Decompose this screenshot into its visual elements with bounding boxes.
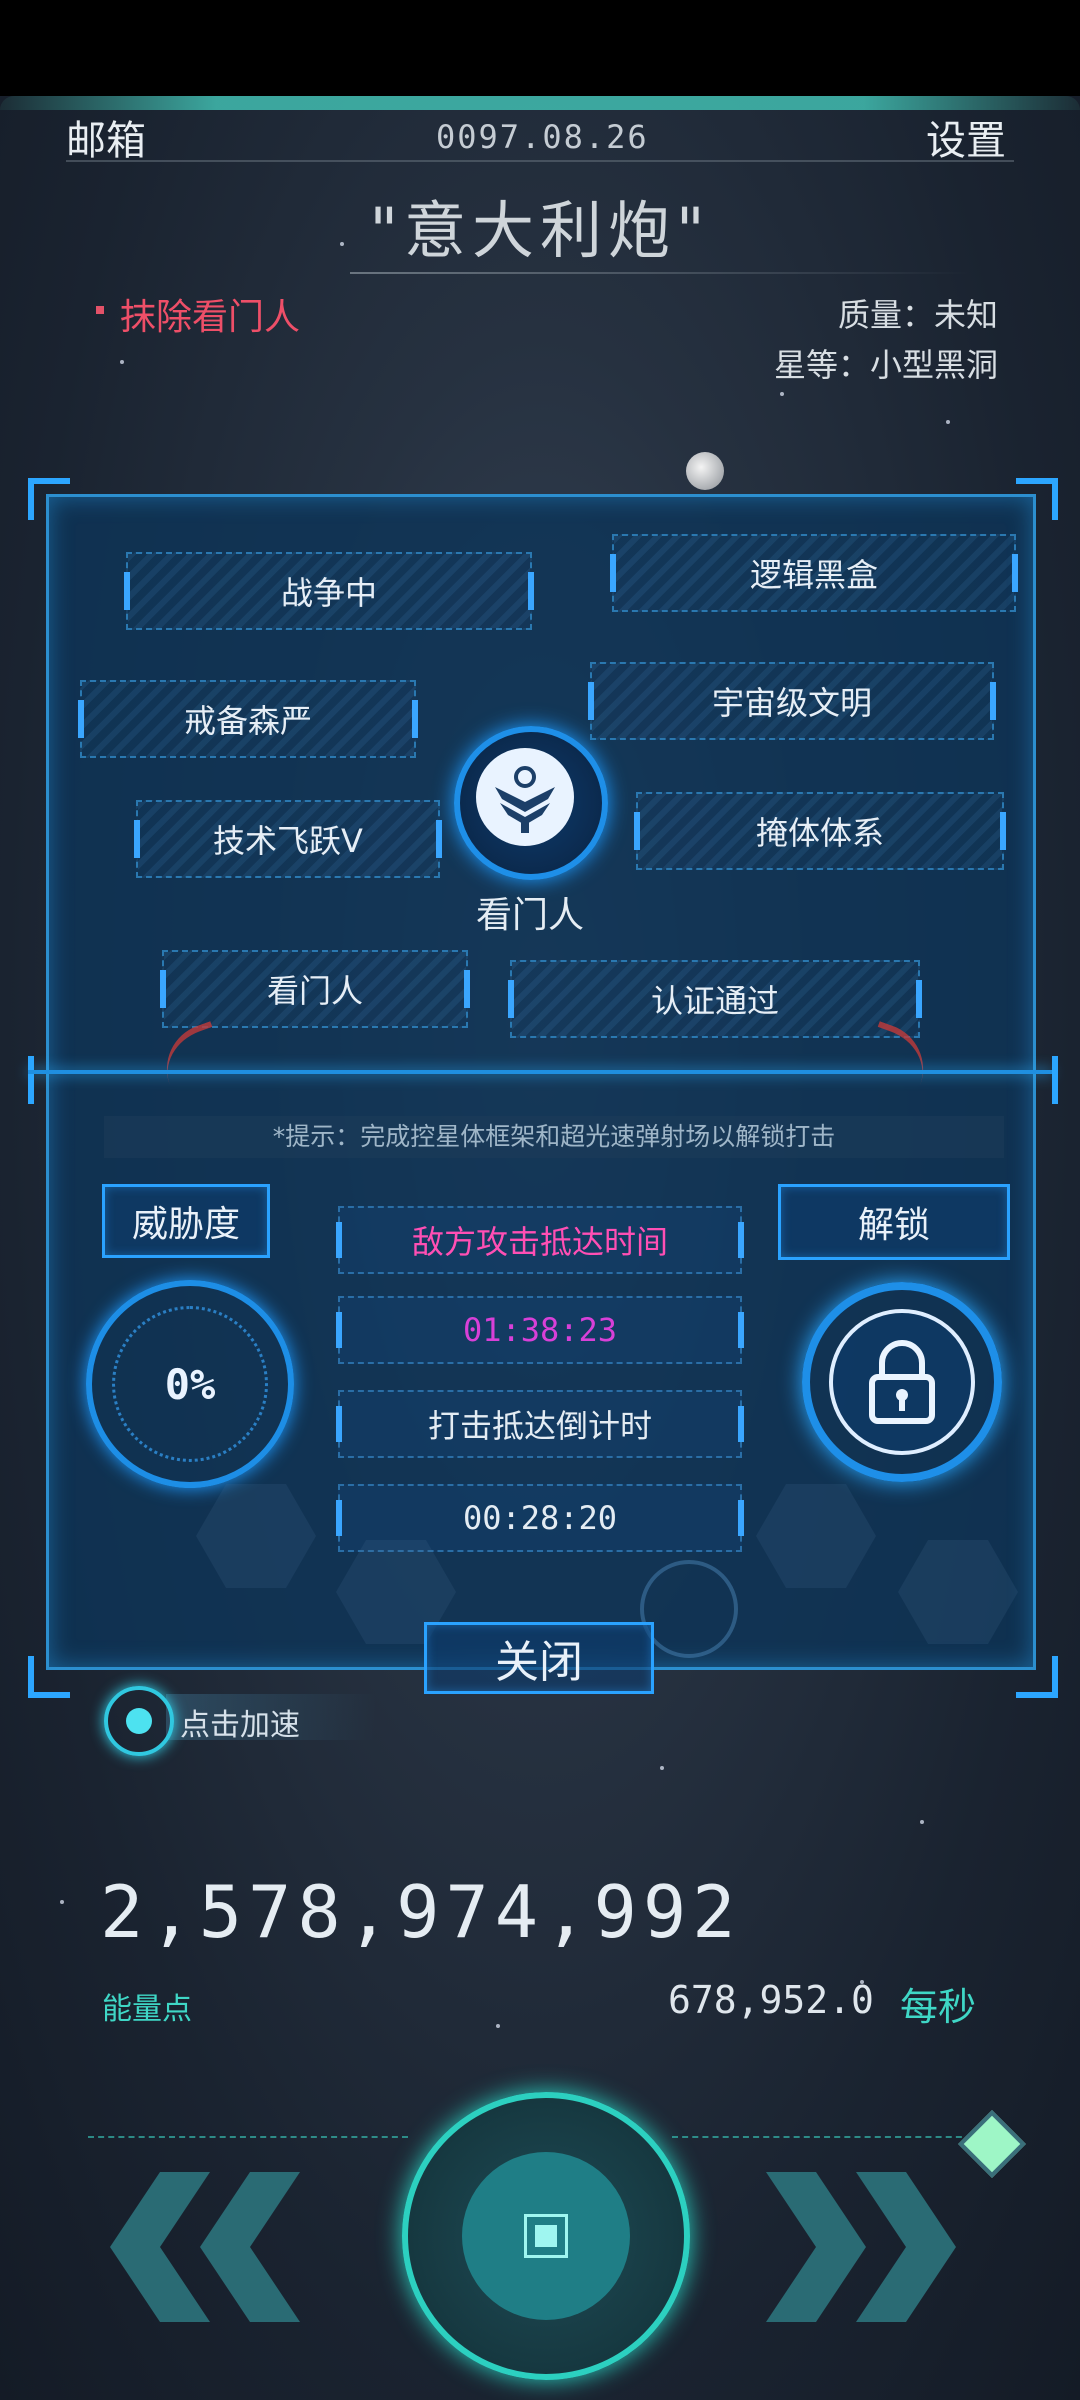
speedup-button[interactable] bbox=[104, 1686, 174, 1756]
target-mass: 质量：未知 bbox=[837, 296, 998, 334]
panel-corner bbox=[28, 478, 70, 520]
speedup-dot-icon bbox=[126, 1708, 152, 1734]
star bbox=[780, 392, 784, 396]
tag-cosmic-civ: 宇宙级文明 bbox=[588, 662, 996, 740]
decor-line bbox=[672, 2136, 972, 2140]
main-action-inner bbox=[462, 2152, 630, 2320]
tag-bunker-system: 掩体体系 bbox=[634, 792, 1006, 870]
unlock-hint: *提示：完成控星体框架和超光速弹射场以解锁打击 bbox=[104, 1116, 1004, 1158]
title-underline bbox=[350, 272, 970, 274]
square-icon bbox=[524, 2214, 568, 2258]
status-bar bbox=[0, 0, 1080, 96]
tag-verified: 认证通过 bbox=[508, 960, 922, 1038]
prev-arrow-button[interactable] bbox=[100, 2172, 320, 2322]
next-arrow-button[interactable] bbox=[756, 2172, 976, 2322]
tag-at-war: 战争中 bbox=[124, 552, 534, 630]
bullet-icon bbox=[96, 306, 104, 314]
panel-corner bbox=[1016, 1056, 1058, 1104]
tag-gatekeeper: 看门人 bbox=[160, 950, 470, 1028]
top-frame-edge bbox=[0, 96, 1080, 110]
lock-button[interactable] bbox=[802, 1282, 1002, 1482]
panel-divider bbox=[28, 1070, 1052, 1074]
close-button[interactable]: 关闭 bbox=[424, 1622, 654, 1694]
star bbox=[60, 1900, 64, 1904]
panel-corner bbox=[1016, 478, 1058, 520]
target-rank: 星等：小型黑洞 bbox=[773, 346, 998, 384]
star bbox=[496, 2024, 500, 2028]
strike-countdown-label: 打击抵达倒计时 bbox=[336, 1390, 744, 1458]
energy-rate-value: 678,952.0 bbox=[668, 1978, 874, 2022]
tag-heavy-guard: 戒备森严 bbox=[78, 680, 418, 758]
energy-points-value: 2,578,974,992 bbox=[100, 1870, 742, 1954]
enemy-arrival-label: 敌方攻击抵达时间 bbox=[336, 1206, 744, 1274]
gatekeeper-emblem-icon bbox=[476, 748, 574, 846]
double-chevron-left-icon bbox=[110, 2172, 300, 2322]
panel-corner bbox=[28, 1056, 70, 1104]
star bbox=[120, 360, 124, 364]
game-date: 0097.08.26 bbox=[436, 118, 649, 156]
unlock-button[interactable]: 解锁 bbox=[778, 1184, 1010, 1260]
energy-points-label: 能量点 bbox=[102, 1992, 192, 2027]
settings-button[interactable]: 设置 bbox=[926, 108, 1006, 166]
energy-rate-unit: 每秒 bbox=[900, 1985, 977, 2029]
wheel-icon bbox=[640, 1560, 738, 1658]
star bbox=[920, 1820, 924, 1824]
tag-logic-blackbox: 逻辑黑盒 bbox=[610, 534, 1018, 612]
star bbox=[946, 420, 950, 424]
speedup-label[interactable]: 点击加速 bbox=[180, 1700, 300, 1744]
panel-corner bbox=[28, 1656, 70, 1698]
panel-corner bbox=[1016, 1656, 1058, 1698]
lock-icon bbox=[829, 1309, 975, 1455]
planet-title: "意大利炮" bbox=[369, 194, 711, 267]
star bbox=[340, 242, 344, 246]
mailbox-button[interactable]: 邮箱 bbox=[66, 108, 146, 166]
threat-level-label: 威胁度 bbox=[102, 1184, 270, 1258]
threat-gauge: 0% bbox=[86, 1280, 294, 1488]
tag-tech-leap: 技术飞跃V bbox=[134, 800, 442, 878]
threat-value: 0% bbox=[112, 1306, 268, 1462]
decor-line bbox=[88, 2136, 408, 2140]
enemy-arrival-time: 01:38:23 bbox=[336, 1296, 744, 1364]
moon-icon bbox=[686, 452, 724, 490]
double-chevron-right-icon bbox=[766, 2172, 956, 2322]
header-divider bbox=[66, 160, 1014, 162]
emblem-label: 看门人 bbox=[475, 895, 584, 936]
main-action-button[interactable] bbox=[402, 2092, 690, 2380]
star bbox=[660, 1766, 664, 1770]
target-objective: 抹除看门人 bbox=[120, 297, 301, 338]
